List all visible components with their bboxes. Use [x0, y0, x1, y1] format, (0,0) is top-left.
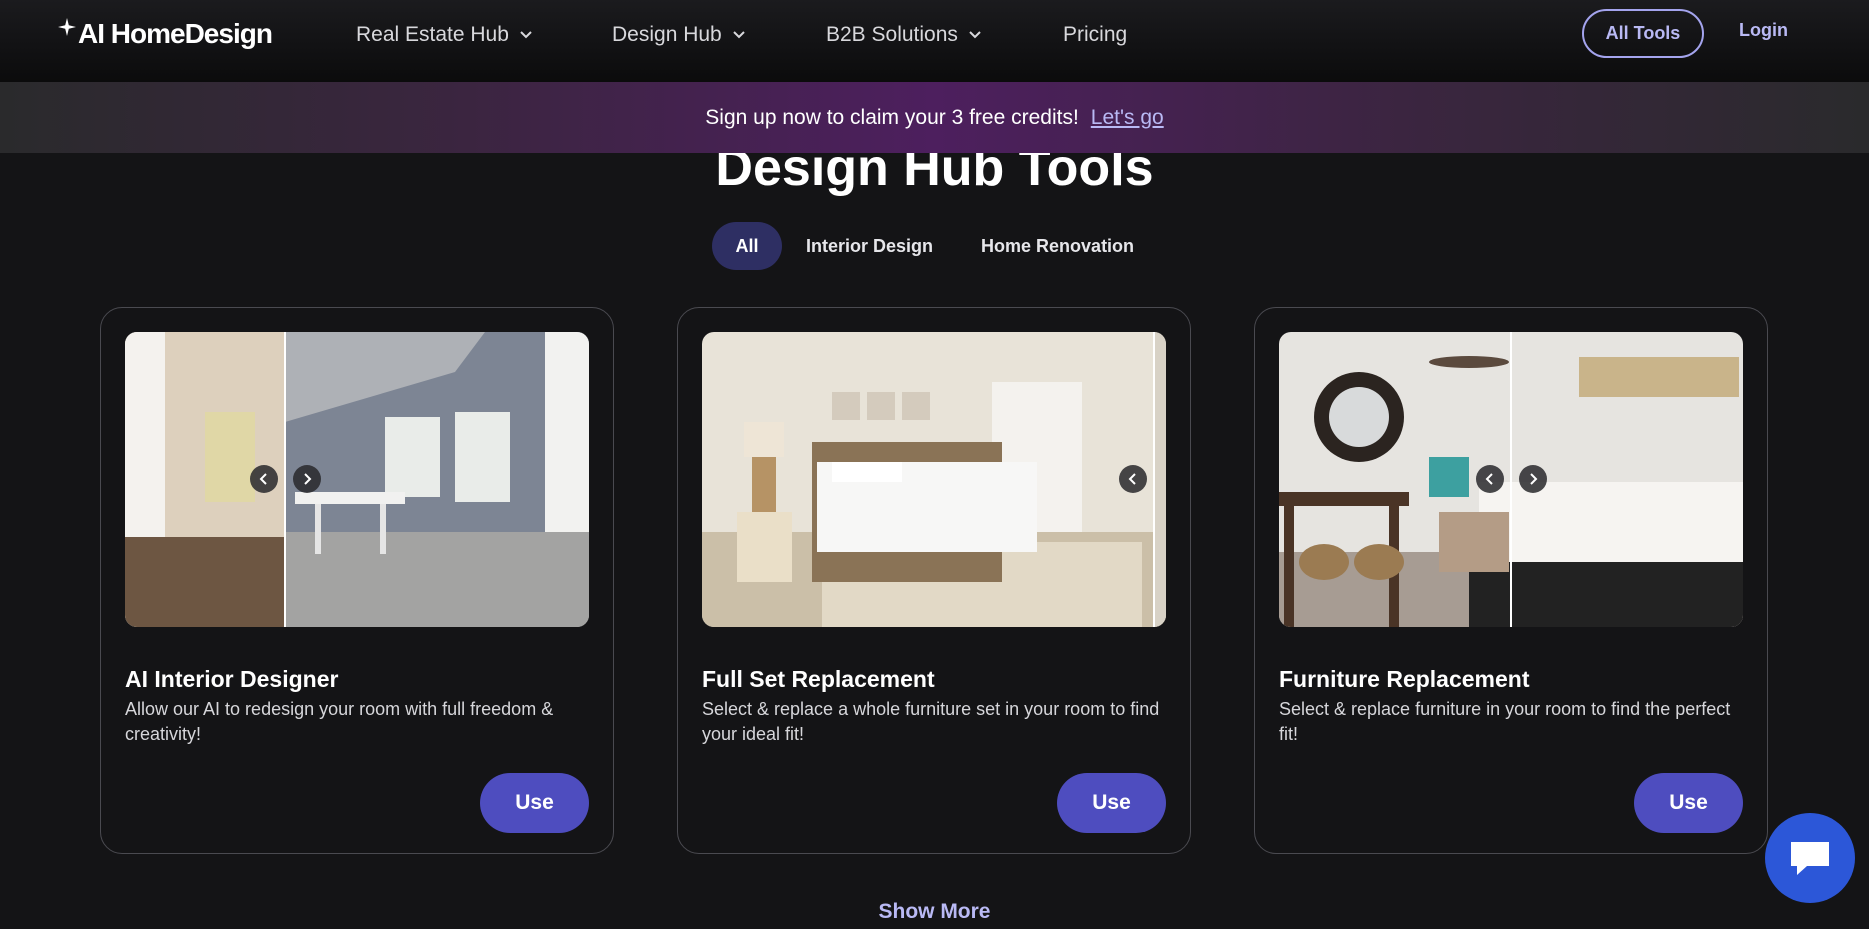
room-photo: [702, 332, 1166, 627]
site-header: AI HomeDesign Real Estate Hub Design Hub…: [0, 0, 1869, 82]
all-tools-button[interactable]: All Tools: [1582, 9, 1704, 58]
chat-button[interactable]: [1765, 813, 1855, 903]
compare-left-button[interactable]: [250, 465, 278, 493]
card-description: Allow our AI to redesign your room with …: [125, 699, 554, 744]
login-link[interactable]: Login: [1739, 20, 1788, 41]
comparison-divider[interactable]: [284, 332, 286, 627]
compare-left-button[interactable]: [1119, 465, 1147, 493]
nav-label: Pricing: [1063, 23, 1128, 46]
show-more-link[interactable]: Show More: [0, 900, 1869, 924]
tab-all[interactable]: All: [712, 222, 782, 270]
chevron-down-icon: [733, 31, 745, 39]
tool-card[interactable]: Furniture Replacement Select & replace f…: [1254, 307, 1768, 854]
logo-text: AI HomeDesign: [78, 18, 273, 49]
filter-tabs: All Interior Design Home Renovation: [712, 222, 1134, 270]
chevron-left-icon: [259, 473, 267, 485]
chevron-down-icon: [520, 31, 532, 39]
use-button[interactable]: Use: [1634, 773, 1743, 833]
comparison-image[interactable]: [702, 332, 1166, 627]
signup-banner: Sign up now to claim your 3 free credits…: [0, 82, 1869, 153]
nav-design-hub[interactable]: Design Hub: [612, 0, 746, 70]
comparison-image[interactable]: [125, 332, 589, 627]
nav-b2b-solutions[interactable]: B2B Solutions: [826, 0, 982, 70]
compare-left-button[interactable]: [1476, 465, 1504, 493]
card-title: Furniture Replacement: [1279, 666, 1530, 692]
tab-interior-design[interactable]: Interior Design: [806, 222, 933, 270]
chevron-left-icon: [1128, 473, 1136, 485]
nav-label: Design Hub: [612, 23, 722, 46]
nav-real-estate-hub[interactable]: Real Estate Hub: [356, 0, 533, 70]
tool-card[interactable]: AI Interior Designer Allow our AI to red…: [100, 307, 614, 854]
card-description: Select & replace furniture in your room …: [1279, 699, 1731, 744]
use-button[interactable]: Use: [1057, 773, 1166, 833]
compare-right-button[interactable]: [293, 465, 321, 493]
banner-link[interactable]: Let's go: [1091, 106, 1164, 130]
chat-icon: [1791, 842, 1829, 875]
room-photo: [125, 332, 589, 627]
nav-label: B2B Solutions: [826, 23, 958, 46]
tab-home-renovation[interactable]: Home Renovation: [981, 222, 1134, 270]
card-title: Full Set Replacement: [702, 666, 935, 692]
sparkle-icon: [58, 18, 76, 36]
chevron-right-icon: [1530, 473, 1538, 485]
use-button[interactable]: Use: [480, 773, 589, 833]
chevron-left-icon: [1485, 473, 1493, 485]
card-title: AI Interior Designer: [125, 666, 339, 692]
comparison-divider[interactable]: [1153, 332, 1155, 627]
card-description: Select & replace a whole furniture set i…: [702, 699, 1160, 744]
tool-card[interactable]: Full Set Replacement Select & replace a …: [677, 307, 1191, 854]
compare-right-button[interactable]: [1519, 465, 1547, 493]
nav-label: Real Estate Hub: [356, 23, 509, 46]
chevron-right-icon: [304, 473, 312, 485]
banner-text: Sign up now to claim your 3 free credits…: [705, 105, 1079, 129]
nav-pricing[interactable]: Pricing: [1063, 0, 1127, 70]
logo[interactable]: AI HomeDesign: [58, 16, 273, 52]
chevron-down-icon: [969, 31, 981, 39]
comparison-divider[interactable]: [1510, 332, 1512, 627]
comparison-image[interactable]: [1279, 332, 1743, 627]
